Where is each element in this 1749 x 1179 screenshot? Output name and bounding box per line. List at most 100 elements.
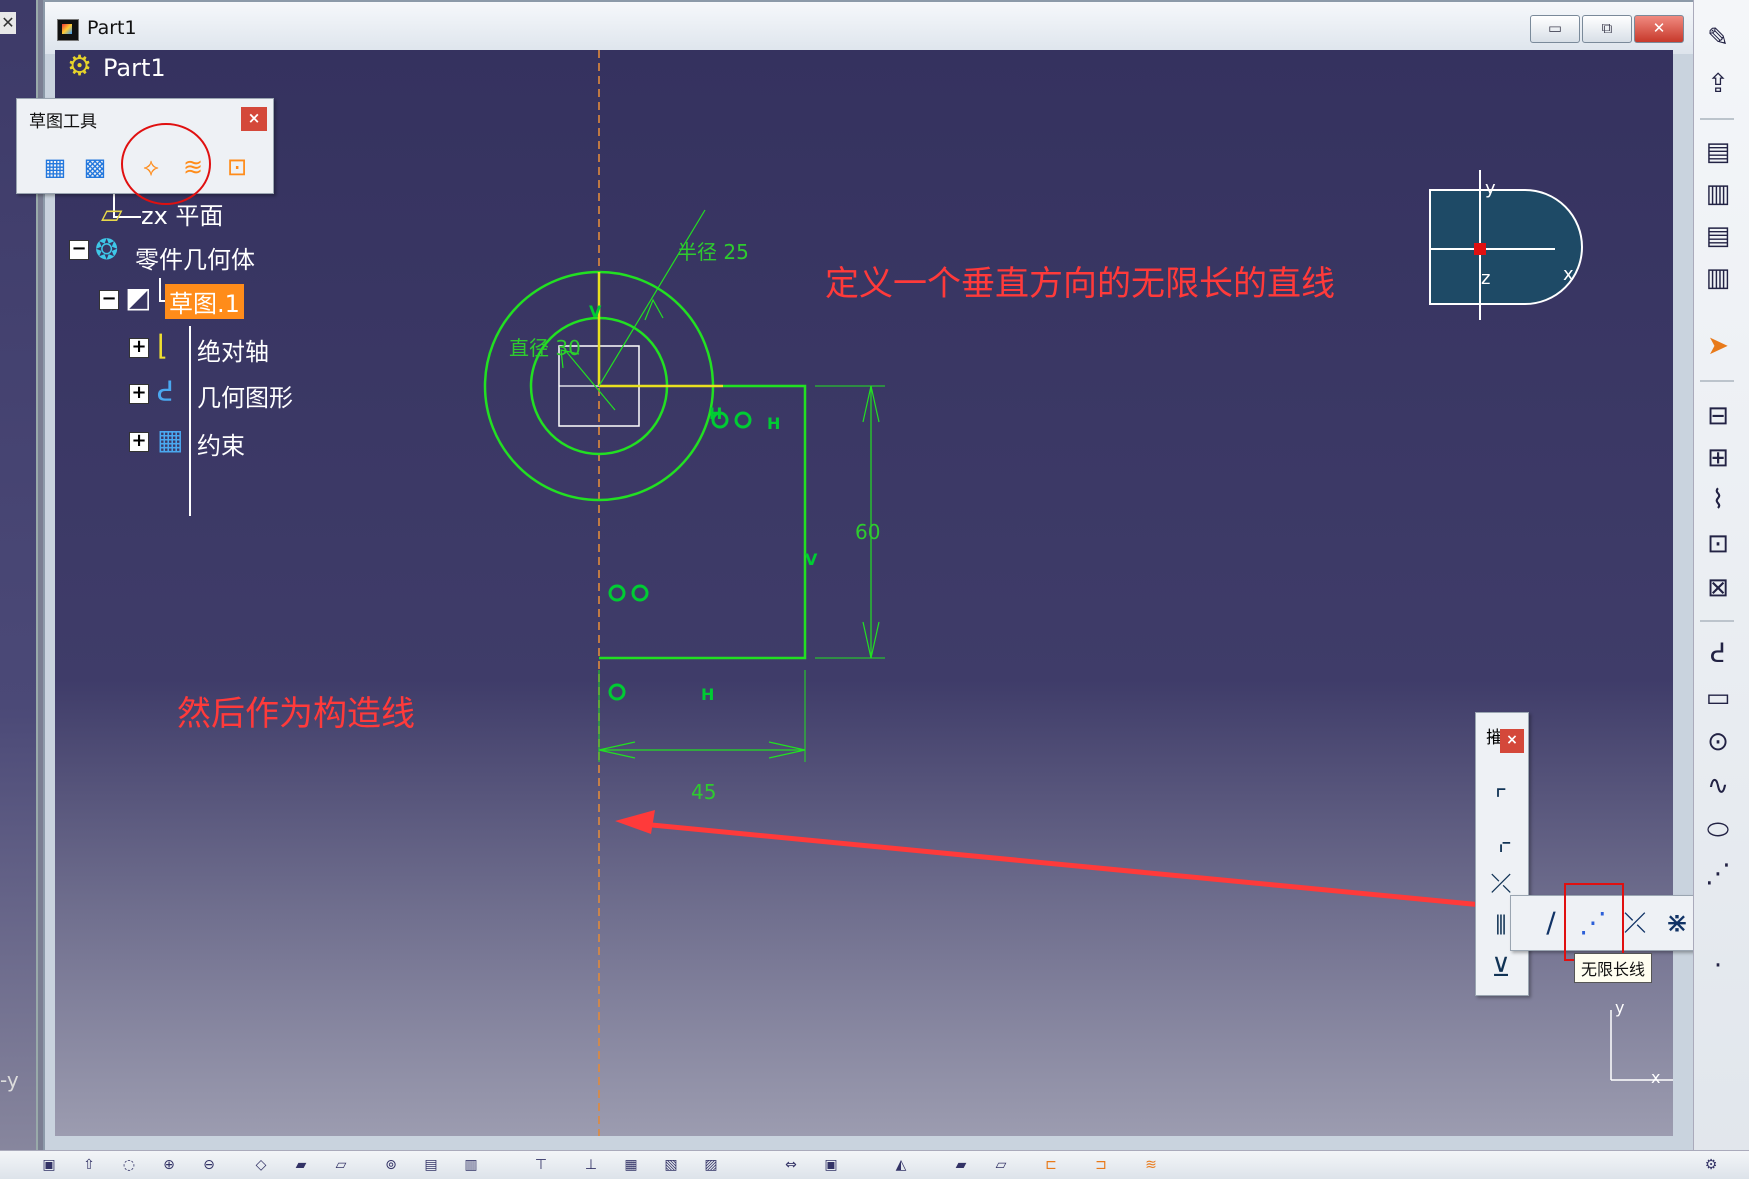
line-tool-icon[interactable]: ⋰ [1702,858,1734,890]
toolbar-icon[interactable]: ◭ [890,1157,912,1175]
sketch-canvas[interactable]: 半径 25 直径 30 60 45 V V H H H 定义一个垂直方向的无限长… [55,50,1673,1136]
ellipse-icon[interactable]: ⬭ [1702,814,1734,846]
toolbar-icon[interactable]: ▣ [38,1157,60,1175]
tree-body[interactable]: 零件几何体 [135,240,255,275]
expand-icon[interactable]: + [129,384,149,404]
animate-constraint-icon[interactable]: ⊠ [1702,572,1734,604]
tree-sketch[interactable]: 草图.1 [165,284,244,319]
toolbar-icon[interactable]: ⊚ [380,1157,402,1175]
toolbar-icon[interactable]: ◌ [118,1157,140,1175]
part-root-icon[interactable]: ⚙ [67,50,92,82]
annotation-construction: 然后作为构造线 [177,694,415,734]
background-close-icon[interactable]: ✕ [0,12,16,34]
tree-geometry[interactable]: 几何图形 [197,378,293,413]
sketch-icon[interactable]: ◩ [125,282,151,314]
window-titlebar: Part1 ▭ ⧉ ✕ [45,2,1695,54]
toolbar-icon[interactable]: ▱ [330,1157,352,1175]
toolbar-icon[interactable]: ▣ [820,1157,842,1175]
circle-icon[interactable]: ⊙ [1702,726,1734,758]
rectangle-icon[interactable]: ▭ [1702,682,1734,714]
toolbar-icon[interactable]: ⊏ [1040,1157,1062,1175]
grid-icon[interactable]: ▦ [39,151,71,183]
toolbar-icon[interactable]: ⊤ [530,1157,552,1175]
sketch-geometry [483,50,1673,1136]
geometry-icon[interactable]: ᕍ [157,376,174,408]
corner-icon[interactable]: ⌜ [1484,783,1518,817]
toolbar-icon[interactable]: ▥ [460,1157,482,1175]
toolbar-icon[interactable]: ⊕ [158,1157,180,1175]
radius-dimension[interactable]: 半径 25 [677,236,749,265]
toolbar-icon[interactable]: ⊖ [198,1157,220,1175]
tree-root-label[interactable]: Part1 [103,54,166,82]
toolbar-icon[interactable]: ⚙ [1700,1157,1722,1175]
toolbar-icon[interactable]: ≋ [1140,1157,1162,1175]
sketch-tools-title[interactable]: 草图工具 [29,107,97,132]
toolbar-icon[interactable]: ▰ [950,1157,972,1175]
tree-constraints[interactable]: 约束 [197,426,245,461]
sketch-op-icon[interactable]: ▥ [1702,262,1734,294]
bisecting-line-icon[interactable]: ⋇ [1659,906,1695,940]
constraints-icon[interactable]: ▦ [157,424,183,456]
toolbar-icon[interactable]: ⊥ [580,1157,602,1175]
dimensional-constraints-icon[interactable]: ⊡ [221,151,253,183]
exit-workbench-icon[interactable]: ✎ [1702,22,1734,54]
chamfer-icon[interactable]: ⌌ [1484,825,1518,859]
height-dimension[interactable]: 60 [855,520,880,544]
collapse-icon[interactable]: − [99,290,119,310]
sketch-tools-close-button[interactable]: × [241,107,267,131]
close-button[interactable]: ✕ [1634,15,1684,43]
horizontal-constraint-top[interactable]: H [767,414,780,433]
coincidence-marker-3 [608,683,626,701]
export-icon[interactable]: ⇪ [1702,68,1734,100]
compass-x-label: x [1563,264,1574,285]
sketch-op-icon[interactable]: ▤ [1702,220,1734,252]
fix-together-icon[interactable]: ⌇ [1702,484,1734,516]
auto-constraint-icon[interactable]: ⊡ [1702,528,1734,560]
toolbar-icon[interactable]: ▰ [290,1157,312,1175]
toolbar-icon[interactable]: ◇ [250,1157,272,1175]
vertical-constraint-right[interactable]: V [805,550,817,569]
sub-toolbar-close-button[interactable]: × [1500,729,1524,753]
profile-sub-toolbar: 摧 × ⌜ ⌌ ⤫ ⫴ ⊻ [1475,712,1529,996]
toolbar-icon[interactable]: ▦ [620,1157,642,1175]
bottom-toolbar: ▣ ⇧ ◌ ⊕ ⊖ ◇ ▰ ▱ ⊚ ▤ ▥ ⊤ ⊥ ▦ ▧ ▨ ⇔ ▣ ◭ ▰ … [0,1150,1749,1179]
project-icon[interactable]: ⊻ [1484,951,1518,985]
diameter-dimension[interactable]: 直径 30 [509,332,581,361]
maximize-button[interactable]: ⧉ [1582,15,1632,43]
point-icon[interactable]: · [1702,950,1734,982]
toolbar-icon[interactable]: ⊐ [1090,1157,1112,1175]
constraint-icon[interactable]: ⊞ [1702,442,1734,474]
body-icon[interactable]: ❂ [95,234,118,266]
constraint-icon[interactable]: ⊟ [1702,400,1734,432]
corner-y-label: y [1615,998,1625,1017]
profile-icon[interactable]: ᕍ [1702,638,1734,670]
radius-arrow [644,298,664,321]
absolute-axis-icon[interactable]: ⌊ [157,330,168,362]
coincidence-marker-1 [608,584,626,602]
minimize-button[interactable]: ▭ [1530,15,1580,43]
width-dimension[interactable]: 45 [691,780,716,804]
spline-icon[interactable]: ∿ [1702,770,1734,802]
toolbar-icon[interactable]: ▱ [990,1157,1012,1175]
sketch-op-icon[interactable]: ▤ [1702,136,1734,168]
toolbar-separator [1700,118,1734,120]
sketch-tools-toolbar: 草图工具 × ▦ ▩ ⟡ ≋ ⊡ [16,98,274,205]
select-arrow-icon[interactable]: ➤ [1702,330,1734,362]
toolbar-icon[interactable]: ⇧ [78,1157,100,1175]
compass-z-label: z [1481,268,1491,289]
expand-icon[interactable]: + [129,432,149,452]
horizontal-constraint-bottom[interactable]: H [701,685,714,704]
right-toolbar: ✎ ⇪ ▤ ▥ ▤ ▥ ➤ ⊟ ⊞ ⌇ ⊡ ⊠ ᕍ ▭ ⊙ ∿ ⬭ ⋰ · [1693,0,1749,1178]
expand-icon[interactable]: + [129,338,149,358]
sketch-op-icon[interactable]: ▥ [1702,178,1734,210]
toolbar-icon[interactable]: ▧ [660,1157,682,1175]
toolbar-icon[interactable]: ⇔ [780,1157,802,1175]
toolbar-icon[interactable]: ▨ [700,1157,722,1175]
highlight-circle [121,123,211,205]
toolbar-icon[interactable]: ▤ [420,1157,442,1175]
horizontal-constraint-marker[interactable]: H [709,404,722,423]
collapse-icon[interactable]: − [69,240,89,260]
snap-to-point-icon[interactable]: ▩ [79,151,111,183]
tree-absolute-axis[interactable]: 绝对轴 [197,332,269,367]
vertical-constraint-top[interactable]: V [589,302,601,321]
